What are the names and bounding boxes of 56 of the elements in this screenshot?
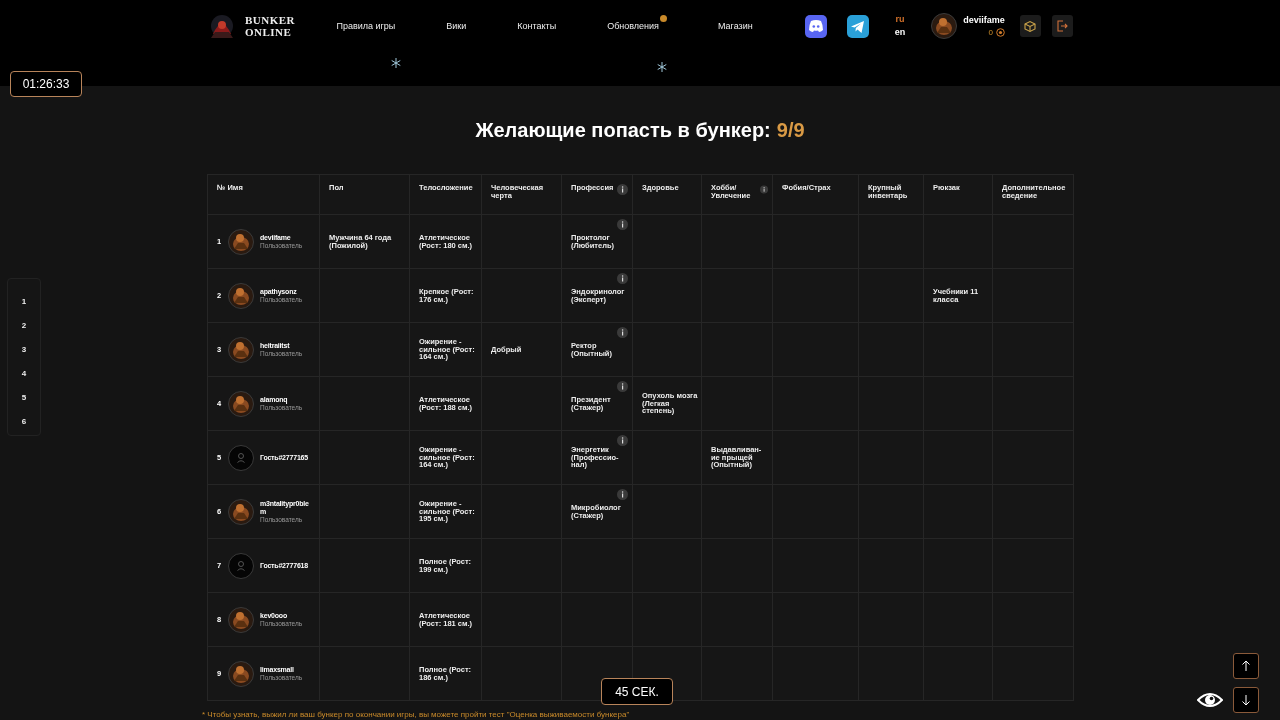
notification-dot	[659, 15, 667, 22]
navigation-link[interactable]: 2	[21, 321, 27, 331]
nav-link[interactable]: Вики	[446, 21, 467, 31]
game-timer: 01:26:33	[10, 71, 82, 97]
gamepad-icon	[807, 18, 824, 34]
user-avatar	[228, 282, 254, 309]
navigation-link[interactable]: 6	[21, 417, 27, 427]
page-title: Желающие попасть в бункер:	[475, 119, 771, 141]
user-avatar	[228, 660, 254, 687]
language-link[interactable]: en	[894, 26, 906, 39]
user-name[interactable]: deviifame	[963, 15, 1005, 25]
language-link[interactable]: ru	[895, 13, 905, 26]
player-count: 9/9	[776, 119, 805, 141]
arrow-up-icon	[1241, 660, 1251, 672]
countdown-button[interactable]: 45 СЕК.	[601, 678, 673, 705]
guest-avatar	[228, 552, 254, 579]
info-icon[interactable]	[617, 489, 628, 500]
navigation-link[interactable]: 4	[21, 369, 27, 379]
messenger-button[interactable]	[846, 14, 869, 38]
user-avatar	[228, 390, 254, 417]
info-icon[interactable]	[617, 435, 628, 446]
logo-text[interactable]: BUNKER ONLINE	[245, 14, 296, 38]
navigation-link[interactable]: 3	[21, 345, 27, 355]
scroll-up-button[interactable]	[1233, 653, 1259, 679]
info-icon[interactable]	[617, 327, 628, 338]
nav-link[interactable]: Обновления	[607, 15, 667, 31]
user-avatar	[228, 498, 254, 525]
footnote: * Чтобы узнать, выжил ли ваш бункер по окончании игры, вы можете пройти тест "Оценка выживаемости бункера"	[202, 710, 631, 720]
snowflake-icon	[391, 58, 401, 68]
chat-app-button[interactable]	[804, 14, 827, 38]
info-icon[interactable]	[617, 273, 628, 284]
guest-avatar	[228, 444, 254, 471]
info-icon[interactable]	[617, 381, 628, 392]
logout-icon	[1055, 19, 1070, 33]
nav-link[interactable]: Правила игры	[336, 21, 396, 31]
box-icon	[1023, 19, 1038, 33]
eye-icon[interactable]	[1197, 691, 1223, 709]
coin-count: 0	[988, 28, 993, 37]
inventory-button[interactable]	[1019, 15, 1041, 37]
nav-link[interactable]: Магазин	[717, 21, 753, 31]
arrow-down-icon	[1241, 694, 1251, 706]
info-icon[interactable]	[617, 219, 628, 230]
user-avatar	[228, 228, 254, 255]
user-avatar	[228, 336, 254, 363]
snowflake-icon	[657, 62, 667, 72]
nav-link[interactable]: Контакты	[517, 21, 557, 31]
info-icon[interactable]	[617, 184, 628, 195]
navigation-link[interactable]: 1	[21, 297, 27, 307]
logout-button[interactable]	[1051, 15, 1073, 37]
coin-icon	[995, 28, 1005, 37]
info-icon[interactable]	[759, 184, 768, 195]
user-avatar	[931, 13, 958, 39]
navigation-link[interactable]: 5	[21, 393, 27, 403]
paper-plane-icon	[850, 18, 866, 34]
user-avatar	[228, 606, 254, 633]
scroll-down-button[interactable]	[1233, 687, 1259, 713]
